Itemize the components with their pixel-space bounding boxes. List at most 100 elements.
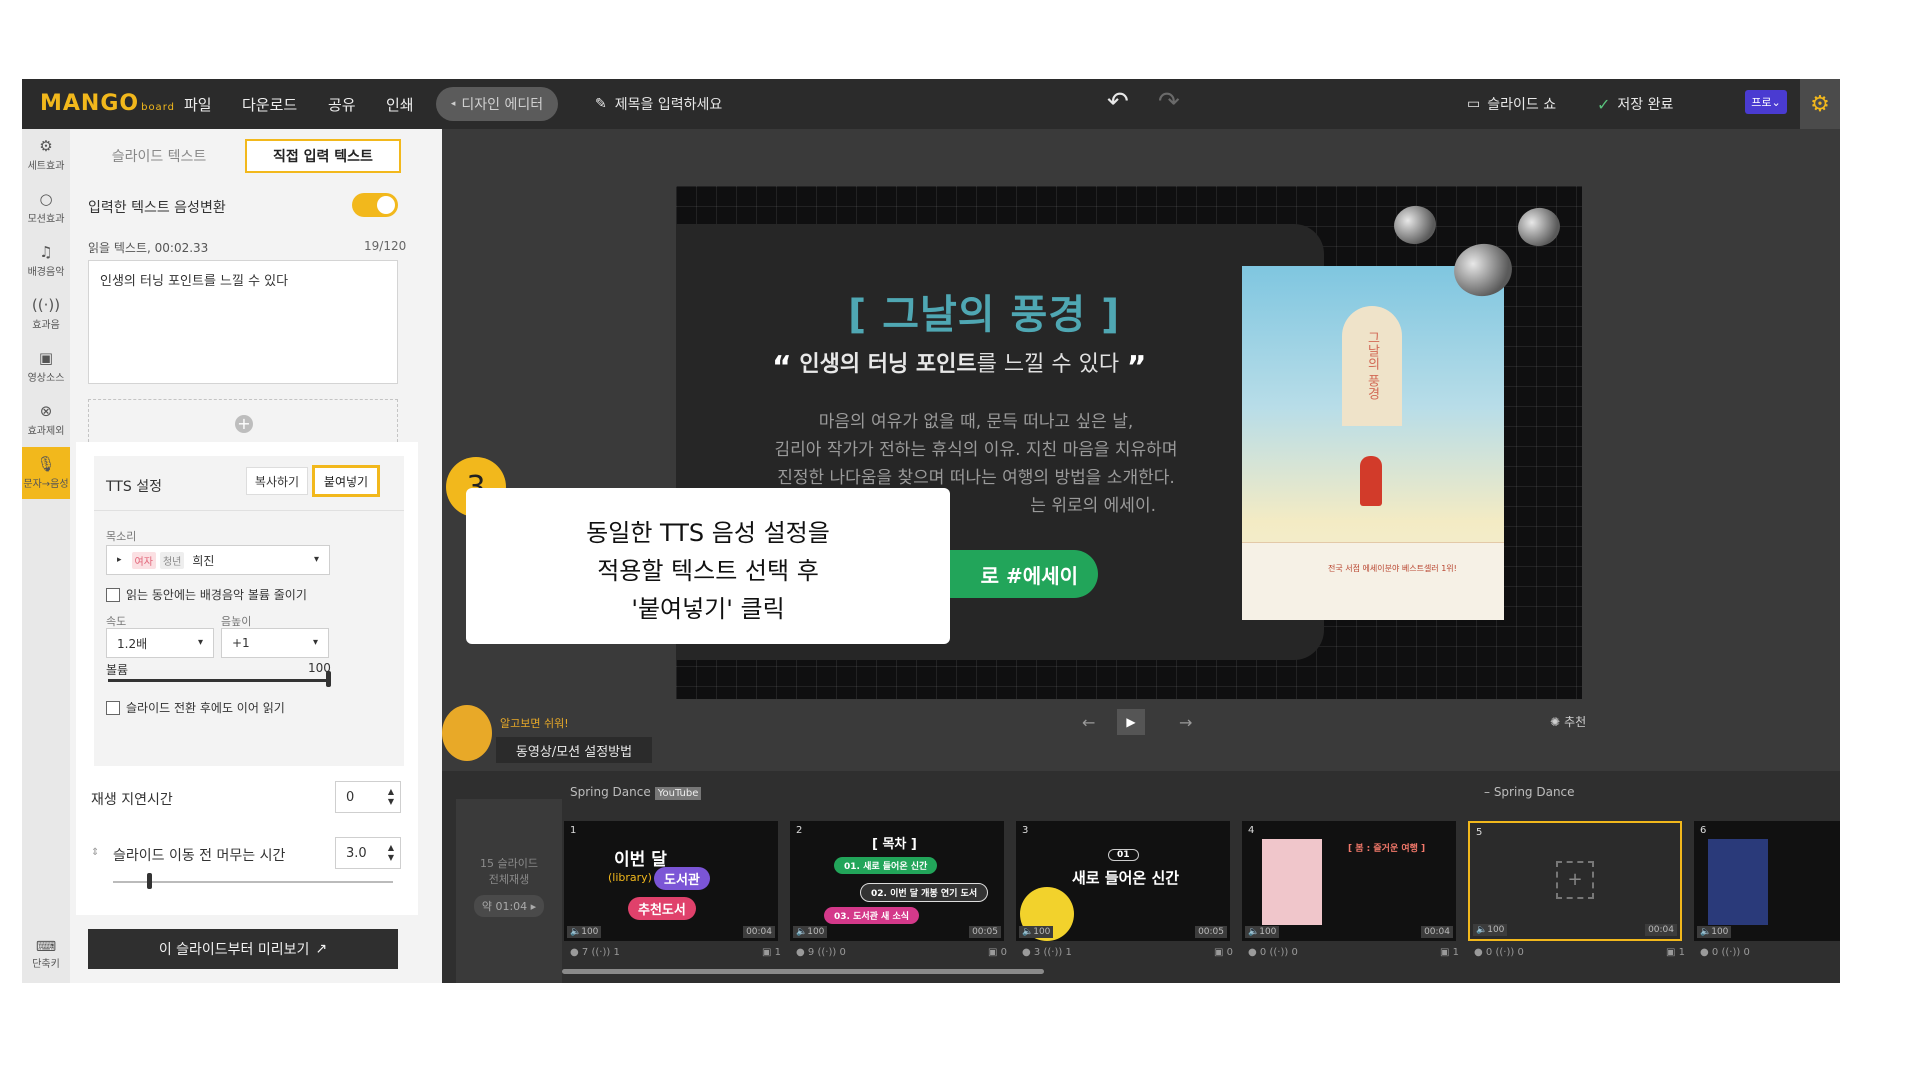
howto-button[interactable]: 동영상/모션 설정방법 xyxy=(496,737,652,763)
tts-toggle[interactable] xyxy=(352,193,398,217)
slide-title[interactable]: [ 그날의 풍경 ] xyxy=(848,282,1120,340)
checkbox[interactable] xyxy=(106,700,120,715)
tab-direct-text[interactable]: 직접 입력 텍스트 xyxy=(245,139,401,173)
voice-tag-female: 여자 xyxy=(131,551,156,569)
voice-tag-age: 청년 xyxy=(159,551,185,569)
keyboard-icon: ⌨ xyxy=(35,939,57,955)
delay-stepper[interactable]: 0 ▲ ▼ xyxy=(335,781,401,813)
thumb-clip-count: ▣ 0 xyxy=(1214,947,1234,958)
paste-button[interactable]: 붙여넣기 xyxy=(312,465,380,497)
slide-thumbnail-5[interactable]: 5 + 🔈100 00:04 xyxy=(1468,821,1682,941)
dwell-slider[interactable] xyxy=(113,881,393,883)
slide-thumbnail-1[interactable]: 1 이번 달 (library) 도서관 추천도서 🔈100 00:04 xyxy=(564,821,778,941)
filmstrip-scrollbar[interactable] xyxy=(562,969,1044,974)
pitch-label: 음높이 xyxy=(221,615,252,628)
presentation-icon: ▭ xyxy=(1467,96,1481,112)
volume-slider-knob[interactable] xyxy=(326,671,331,687)
callout-line: 동일한 TTS 음성 설정을 xyxy=(586,519,830,547)
book-figure xyxy=(1360,456,1382,506)
thumb-volume: 🔈100 xyxy=(793,926,828,938)
play-button[interactable]: ▶ xyxy=(1117,709,1145,735)
speed-select[interactable]: 1.2배 ▾ xyxy=(106,628,214,658)
slideshow-button[interactable]: ▭ 슬라이드 쇼 xyxy=(1467,94,1556,114)
volume-slider[interactable] xyxy=(108,679,330,682)
prev-slide-icon[interactable]: ← xyxy=(1082,713,1095,732)
voice-select[interactable]: ▸ 여자 청년 희진 ▾ xyxy=(106,545,330,575)
undo-icon[interactable]: ↶ xyxy=(1107,87,1129,117)
title-input[interactable]: ✎ 제목을 입력하세요 xyxy=(595,94,722,114)
rail-item-shortcuts[interactable]: ⌨ 단축키 xyxy=(22,939,70,970)
speed-value: 1.2배 xyxy=(117,636,148,651)
thumb-pill: 도서관 xyxy=(654,867,710,890)
logo[interactable]: MANGO board xyxy=(40,91,175,116)
rail-item-set-effect[interactable]: ⚙ 세트효과 xyxy=(22,129,70,181)
top-bar: MANGO board 파일 다운로드 공유 인쇄 ◂ 디자인 에디터 ✎ 제목을… xyxy=(22,79,1840,129)
menu-download[interactable]: 다운로드 xyxy=(242,94,297,115)
dwell-slider-knob[interactable] xyxy=(147,873,152,889)
slide-thumbnail-6[interactable]: 6 🔈100 xyxy=(1694,821,1840,941)
clip-count: 0 xyxy=(1000,947,1008,958)
heart-balloon-icon[interactable] xyxy=(1391,202,1439,248)
continue-reading-checkbox[interactable]: 슬라이드 전환 후에도 이어 읽기 xyxy=(106,699,285,716)
design-editor-button[interactable]: ◂ 디자인 에디터 xyxy=(436,87,558,121)
settings-gear-icon[interactable]: ⚙ xyxy=(1800,79,1840,129)
rail-item-bgm[interactable]: ♫ 배경음악 xyxy=(22,235,70,287)
dwell-stepper[interactable]: 3.0 ▲ ▼ xyxy=(335,837,401,869)
lower-bgm-checkbox[interactable]: 읽는 동안에는 배경음악 볼륨 줄이기 xyxy=(106,586,307,603)
sound-wave-icon: ((·)) xyxy=(31,296,61,314)
add-media-icon: + xyxy=(1556,861,1594,899)
stepper-arrows-icon[interactable]: ▲ ▼ xyxy=(388,787,394,807)
play-all-box[interactable]: 15 슬라이드 전체재생 약 01:04 ▸ xyxy=(456,799,562,983)
menu-print[interactable]: 인쇄 xyxy=(386,94,414,115)
rail-item-video-source[interactable]: ▣ 영상소스 xyxy=(22,341,70,393)
menu-share[interactable]: 공유 xyxy=(328,94,356,115)
thumb-volume: 🔈100 xyxy=(1245,926,1280,938)
rail-item-sfx[interactable]: ((·)) 효과음 xyxy=(22,288,70,340)
book-footer-text: 전국 서점 에세이분야 베스트셀러 1위! xyxy=(1328,564,1457,573)
thumb-number: 6 xyxy=(1700,825,1707,836)
add-text-box[interactable]: + xyxy=(88,399,398,447)
quote-open: “ xyxy=(772,350,792,385)
target-icon: ⊗ xyxy=(39,402,53,420)
preview-from-slide-button[interactable]: 이 슬라이드부터 미리보기 ↗ xyxy=(88,929,398,969)
play-sample-icon: ▸ xyxy=(117,555,122,565)
recommend-button[interactable]: ✺ 추천 xyxy=(1550,713,1586,730)
callout-line: 적용할 텍스트 선택 후 xyxy=(597,557,819,585)
checkbox[interactable] xyxy=(106,587,120,602)
rail-item-motion-effect[interactable]: ○ 모션효과 xyxy=(22,182,70,234)
slide-thumbnail-4[interactable]: 4 [ 봄 : 즐거운 여행 ] 🔈100 00:04 xyxy=(1242,821,1456,941)
mango-mascot[interactable] xyxy=(442,705,492,761)
thumb-number: 3 xyxy=(1022,825,1029,836)
chevron-left-icon: ◂ xyxy=(450,99,456,109)
tab-slide-text[interactable]: 슬라이드 텍스트 xyxy=(84,139,234,173)
heart-balloon-icon[interactable] xyxy=(1515,204,1563,250)
rail-item-effect-exclude[interactable]: ⊗ 효과제외 xyxy=(22,394,70,446)
rail-label: 효과음 xyxy=(32,320,60,331)
drag-handle-icon[interactable]: ⇕ xyxy=(91,847,99,858)
slide-thumbnail-3[interactable]: 3 01 새로 들어온 신간 🔈100 00:05 xyxy=(1016,821,1230,941)
youtube-badge: YouTube xyxy=(654,787,702,800)
redo-icon[interactable]: ↷ xyxy=(1158,87,1180,117)
menu-file[interactable]: 파일 xyxy=(184,94,212,115)
chevron-down-icon: ▾ xyxy=(312,637,318,648)
vol-value: 100 xyxy=(1711,927,1729,937)
pro-badge[interactable]: 프로 ⌄ xyxy=(1745,90,1787,114)
quote-close: ” xyxy=(1126,350,1147,385)
divider xyxy=(94,510,404,511)
stepper-arrows-icon[interactable]: ▲ ▼ xyxy=(388,843,394,863)
slide-thumbnail-2[interactable]: 2 [ 목차 ] 01. 새로 들어온 신간 02. 이번 달 개봉 연기 도서… xyxy=(790,821,1004,941)
book-cover-image[interactable]: 그날의 풍경 전국 서점 에세이분야 베스트셀러 1위! xyxy=(1242,266,1504,620)
slide-quote[interactable]: “ 인생의 터닝 포인트를 느낄 수 있다 ” xyxy=(772,346,1146,385)
instruction-callout: 동일한 TTS 음성 설정을 적용할 텍스트 선택 후 '붙여넣기' 클릭 xyxy=(466,488,950,644)
next-slide-icon[interactable]: → xyxy=(1179,713,1192,732)
pitch-select[interactable]: +1 ▾ xyxy=(221,628,329,658)
rail-item-tts[interactable]: 🎙 문자→음성 xyxy=(22,447,70,499)
clip-count: 1 xyxy=(774,947,782,958)
thumb-meta-1: ● 7 ((·)) 1 xyxy=(570,947,620,958)
sparkle-icon: ✺ xyxy=(1550,714,1561,729)
tts-text-input[interactable]: 인생의 터닝 포인트를 느낄 수 있다 xyxy=(88,260,398,384)
char-count: 19/120 xyxy=(364,239,407,253)
copy-button[interactable]: 복사하기 xyxy=(246,467,308,495)
thumb-title: 이번 달 xyxy=(614,850,667,870)
thumb-pill: 01. 새로 들어온 신간 xyxy=(834,857,938,874)
